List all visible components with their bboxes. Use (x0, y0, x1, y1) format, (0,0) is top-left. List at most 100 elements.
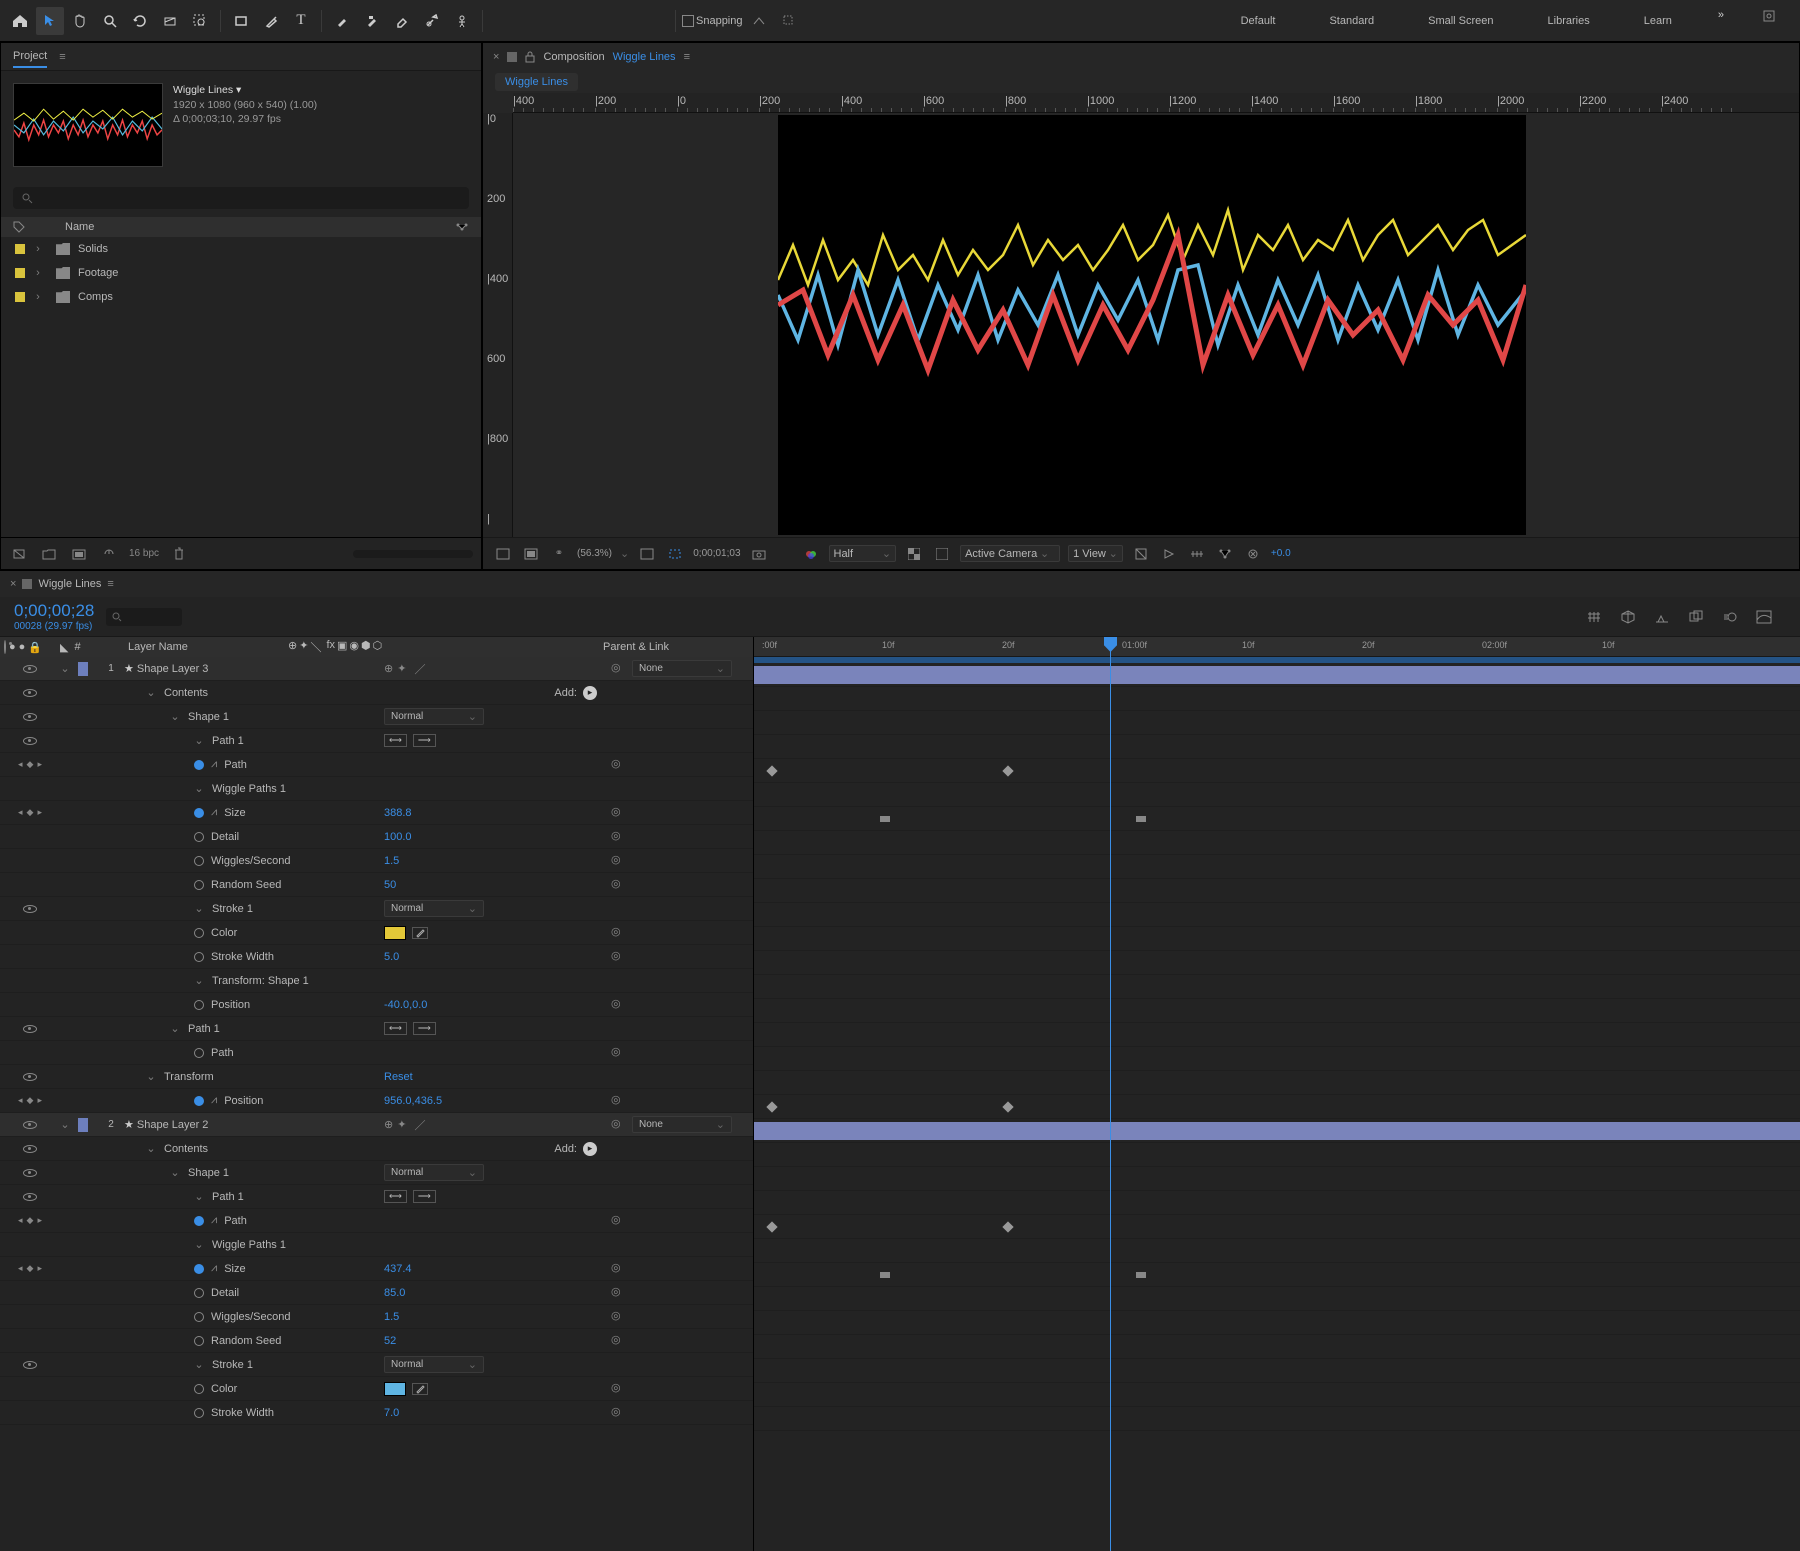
zoom-value[interactable]: (56.3%) (577, 548, 612, 559)
stopwatch-icon[interactable] (194, 760, 204, 770)
property-row[interactable]: Detail 85.0 ◎ (0, 1281, 753, 1305)
selection-tool-icon[interactable] (36, 7, 64, 35)
interpret-footage-icon[interactable] (9, 544, 29, 564)
eraser-tool-icon[interactable] (388, 7, 416, 35)
snapshot-icon[interactable] (749, 544, 769, 564)
orbit-tool-icon[interactable] (126, 7, 154, 35)
stopwatch-icon[interactable] (194, 856, 204, 866)
anchor-tool-icon[interactable] (186, 7, 214, 35)
parent-select[interactable]: None⌄ (632, 1116, 732, 1133)
property-value[interactable]: 7.0 (384, 1407, 399, 1419)
trash-icon[interactable] (169, 544, 189, 564)
property-row[interactable]: ⌄Wiggle Paths 1 (0, 1233, 753, 1257)
resolution-icon[interactable] (637, 544, 657, 564)
stopwatch-icon[interactable] (194, 880, 204, 890)
overflow-icon[interactable]: » (1718, 9, 1724, 33)
color-swatch[interactable] (384, 1382, 406, 1396)
visibility-icon[interactable] (23, 1025, 37, 1033)
parent-select[interactable]: None⌄ (632, 660, 732, 677)
pickwhip-icon[interactable]: ◎ (611, 661, 626, 676)
stopwatch-icon[interactable] (194, 928, 204, 938)
add-menu-icon[interactable]: ▸ (583, 686, 597, 700)
property-row[interactable]: ⌄Shape 1 Normal⌄ (0, 1161, 753, 1185)
graph-icon[interactable]: ⩘ (211, 758, 217, 771)
blend-mode-select[interactable]: Normal⌄ (384, 1356, 484, 1373)
workspace-default[interactable]: Default (1233, 9, 1284, 33)
graph-icon[interactable]: ⩘ (211, 806, 217, 819)
property-value[interactable]: 388.8 (384, 807, 412, 819)
fast-preview-icon[interactable] (1159, 544, 1179, 564)
path-button-icon[interactable]: ⟷ (384, 734, 407, 747)
property-row[interactable]: ⌄Path 1 ⟷⟶ (0, 1185, 753, 1209)
property-value[interactable]: 1.5 (384, 1311, 399, 1323)
property-row[interactable]: ◂◆▸ ⩘Path ◎ (0, 1209, 753, 1233)
property-row[interactable]: ⌄Contents Add:▸ (0, 1137, 753, 1161)
keyframe-nav[interactable]: ◂◆▸ (0, 759, 60, 770)
pixel-aspect-icon[interactable] (1131, 544, 1151, 564)
property-row[interactable]: ⌄Stroke 1 Normal⌄ (0, 1353, 753, 1377)
property-value[interactable]: 52 (384, 1335, 396, 1347)
property-row[interactable]: Random Seed 50 ◎ (0, 873, 753, 897)
composition-thumbnail[interactable] (13, 83, 163, 167)
visibility-icon[interactable] (23, 665, 37, 673)
eyedropper-icon[interactable] (412, 927, 428, 939)
bit-depth-label[interactable]: 16 bpc (129, 548, 159, 559)
time-ruler[interactable]: :00f10f20f01:00f10f20f02:00f10f (754, 637, 1800, 657)
property-row[interactable]: Wiggles/Second 1.5 ◎ (0, 1305, 753, 1329)
pickwhip-icon[interactable]: ◎ (611, 1333, 626, 1348)
blend-mode-select[interactable]: Normal⌄ (384, 900, 484, 917)
keyframe-nav[interactable]: ◂◆▸ (0, 1215, 60, 1226)
property-row[interactable]: Stroke Width 7.0 ◎ (0, 1401, 753, 1425)
blend-mode-select[interactable]: Normal⌄ (384, 708, 484, 725)
timeline-icon[interactable] (1187, 544, 1207, 564)
shy-icon[interactable] (1650, 605, 1674, 629)
panel-menu-icon[interactable]: ≡ (684, 51, 690, 63)
property-row[interactable]: ⌄Stroke 1 Normal⌄ (0, 897, 753, 921)
roi-icon[interactable] (665, 544, 685, 564)
keyframe-nav[interactable]: ◂◆▸ (0, 1263, 60, 1274)
property-value[interactable]: 100.0 (384, 831, 412, 843)
timeline-tab[interactable]: Wiggle Lines (38, 578, 101, 590)
grid-icon[interactable] (493, 544, 513, 564)
property-value[interactable]: 1.5 (384, 855, 399, 867)
stopwatch-icon[interactable] (194, 1000, 204, 1010)
video-column-icon[interactable] (4, 641, 6, 654)
brush-tool-icon[interactable] (328, 7, 356, 35)
visibility-icon[interactable] (23, 905, 37, 913)
composition-canvas[interactable] (778, 115, 1526, 535)
visibility-icon[interactable] (23, 1073, 37, 1081)
property-row[interactable]: Stroke Width 5.0 ◎ (0, 945, 753, 969)
frame-blend-icon[interactable] (1684, 605, 1708, 629)
snapping-checkbox[interactable] (682, 15, 694, 27)
pickwhip-icon[interactable]: ◎ (611, 1261, 626, 1276)
pickwhip-icon[interactable]: ◎ (611, 805, 626, 820)
close-tab-icon[interactable]: × (493, 51, 499, 63)
panel-menu-icon[interactable]: ≡ (107, 578, 113, 590)
graph-icon[interactable]: ⩘ (211, 1094, 217, 1107)
property-row[interactable]: Path ◎ (0, 1041, 753, 1065)
keyframe-nav[interactable]: ◂◆▸ (0, 807, 60, 818)
transparency-icon[interactable] (904, 544, 924, 564)
property-row[interactable]: Detail 100.0 ◎ (0, 825, 753, 849)
color-swatch[interactable] (384, 926, 406, 940)
property-row[interactable]: ◂◆▸ ⩘Size 388.8 ◎ (0, 801, 753, 825)
graph-icon[interactable]: ⩘ (211, 1214, 217, 1227)
visibility-icon[interactable] (23, 1121, 37, 1129)
lock-icon[interactable] (525, 51, 535, 63)
property-row[interactable]: ⌄Contents Add:▸ (0, 681, 753, 705)
stopwatch-icon[interactable] (194, 1384, 204, 1394)
eyedropper-icon[interactable] (412, 1383, 428, 1395)
channel-icon[interactable] (801, 544, 821, 564)
graph-editor-icon[interactable] (1752, 605, 1776, 629)
property-row[interactable]: Position -40.0,0.0 ◎ (0, 993, 753, 1017)
stopwatch-icon[interactable] (194, 1048, 204, 1058)
magnification-icon[interactable] (521, 544, 541, 564)
snap-option-1-icon[interactable] (745, 7, 773, 35)
draft3d-icon[interactable]: ⚭ (549, 544, 569, 564)
exposure-value[interactable]: +0.0 (1271, 548, 1291, 559)
layer-row[interactable]: ⌄ 2 ★Shape Layer 2 ⊕✦／ ◎None⌄ (0, 1113, 753, 1137)
name-column[interactable]: Name (65, 221, 94, 233)
tag-icon[interactable] (13, 221, 25, 233)
pickwhip-icon[interactable]: ◎ (611, 829, 626, 844)
roto-tool-icon[interactable] (418, 7, 446, 35)
